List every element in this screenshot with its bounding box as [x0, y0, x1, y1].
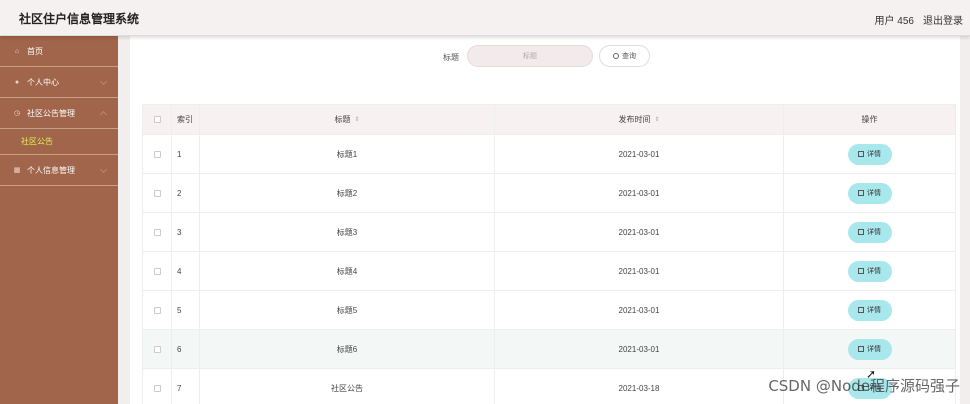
detail-icon [858, 268, 864, 274]
top-bar: 社区住户信息管理系统 用户 456 退出登录 [0, 0, 970, 36]
sidebar-item-personal-info-manage[interactable]: ▦ 个人信息管理 [0, 155, 118, 186]
main-area: 标题 查询 索引 标题⇕ 发布时间⇕ 操作 1 标题1 2021-03-01 详… [118, 36, 970, 404]
row-index: 7 [172, 369, 200, 404]
logout-link[interactable]: 退出登录 [923, 12, 963, 27]
table-row: 3 标题3 2021-03-01 详情 [143, 213, 955, 252]
search-input[interactable] [467, 45, 593, 67]
sidebar-item-label: 社区公告管理 [27, 108, 75, 118]
detail-button[interactable]: 详情 [847, 221, 892, 243]
announcement-table: 索引 标题 ⇕ 发布时间 ⇕ 操作 1 标题1 2021-03-01 详情 2 标题… [142, 104, 956, 404]
detail-icon [858, 229, 864, 235]
query-button-label: 查询 [622, 53, 636, 60]
row-date: 2021-03-01 [495, 135, 784, 173]
row-checkbox[interactable] [153, 384, 161, 392]
row-title: 标题4 [200, 252, 495, 290]
table-row: 6 标题6 2021-03-01 详情 [143, 330, 955, 369]
sidebar-item-announcement-manage[interactable]: ◷ 社区公告管理 [0, 98, 118, 129]
sort-icon[interactable]: ⇕ [654, 116, 659, 123]
detail-icon [858, 307, 864, 313]
user-icon: ● [14, 78, 20, 86]
column-header-title[interactable]: 标题 ⇕ [200, 105, 495, 134]
row-checkbox[interactable] [153, 306, 161, 314]
row-title: 标题1 [200, 135, 495, 173]
row-index: 3 [172, 213, 200, 251]
table-row: 2 标题2 2021-03-01 详情 [143, 174, 955, 213]
row-date: 2021-03-01 [495, 291, 784, 329]
row-date: 2021-03-01 [495, 213, 784, 251]
query-button[interactable]: 查询 [599, 45, 650, 67]
column-header-date[interactable]: 发布时间 ⇕ [495, 105, 784, 134]
row-title: 标题5 [200, 291, 495, 329]
row-title: 社区公告 [200, 369, 495, 404]
row-index: 5 [172, 291, 200, 329]
row-title: 标题6 [200, 330, 495, 368]
folder-icon: ▦ [13, 167, 21, 174]
detail-button[interactable]: 详情 [847, 143, 892, 165]
sidebar-subitem-announcement[interactable]: 社区公告 [0, 129, 118, 155]
row-checkbox[interactable] [153, 189, 161, 197]
content-panel: 标题 查询 索引 标题⇕ 发布时间⇕ 操作 1 标题1 2021-03-01 详… [130, 36, 960, 404]
app-title: 社区住户信息管理系统 [19, 12, 140, 26]
row-date: 2021-03-01 [495, 174, 784, 212]
row-title: 标题3 [200, 213, 495, 251]
row-checkbox[interactable] [153, 345, 161, 353]
sort-icon[interactable]: ⇕ [354, 116, 359, 123]
detail-icon [858, 346, 864, 352]
table-row: 1 标题1 2021-03-01 详情 [143, 135, 955, 174]
detail-button[interactable]: 详情 [847, 260, 892, 282]
sidebar-item-home[interactable]: ⌂ 首页 [0, 36, 118, 67]
row-title: 标题2 [200, 174, 495, 212]
chevron-down-icon [99, 165, 108, 174]
clock-icon: ◷ [13, 110, 21, 117]
table-row: 4 标题4 2021-03-01 详情 [143, 252, 955, 291]
row-checkbox[interactable] [153, 228, 161, 236]
table-header: 索引 标题 ⇕ 发布时间 ⇕ 操作 [143, 104, 955, 135]
sidebar-item-label: 个人信息管理 [27, 165, 75, 175]
sidebar-item-label: 个人中心 [27, 77, 59, 87]
chevron-down-icon [99, 77, 108, 86]
column-header-action: 操作 [861, 115, 878, 124]
row-index: 2 [172, 174, 200, 212]
chevron-up-icon [99, 110, 108, 119]
detail-button[interactable]: 详情 [847, 338, 892, 360]
row-checkbox[interactable] [153, 267, 161, 275]
row-index: 4 [172, 252, 200, 290]
row-checkbox[interactable] [153, 150, 161, 158]
detail-icon [858, 151, 864, 157]
row-index: 6 [172, 330, 200, 368]
sidebar: ⌂ 首页 ● 个人中心 ◷ 社区公告管理 社区公告 ▦ 个人信息管理 [0, 36, 118, 404]
sidebar-item-personal-center[interactable]: ● 个人中心 [0, 67, 118, 98]
search-label: 标题 [443, 53, 459, 62]
detail-icon [858, 190, 864, 196]
watermark: CSDN @Node程序源码强子 [768, 377, 960, 395]
column-header-index: 索引 [172, 105, 200, 134]
detail-button[interactable]: 详情 [847, 182, 892, 204]
row-date: 2021-03-01 [495, 330, 784, 368]
home-icon: ⌂ [14, 47, 20, 55]
detail-button[interactable]: 详情 [847, 299, 892, 321]
row-date: 2021-03-18 [495, 369, 784, 404]
search-icon [613, 53, 619, 59]
sidebar-item-label: 首页 [27, 46, 43, 56]
user-label: 用户 456 [874, 16, 914, 27]
select-all-checkbox[interactable] [153, 116, 161, 123]
row-index: 1 [172, 135, 200, 173]
table-row: 5 标题5 2021-03-01 详情 [143, 291, 955, 330]
row-date: 2021-03-01 [495, 252, 784, 290]
